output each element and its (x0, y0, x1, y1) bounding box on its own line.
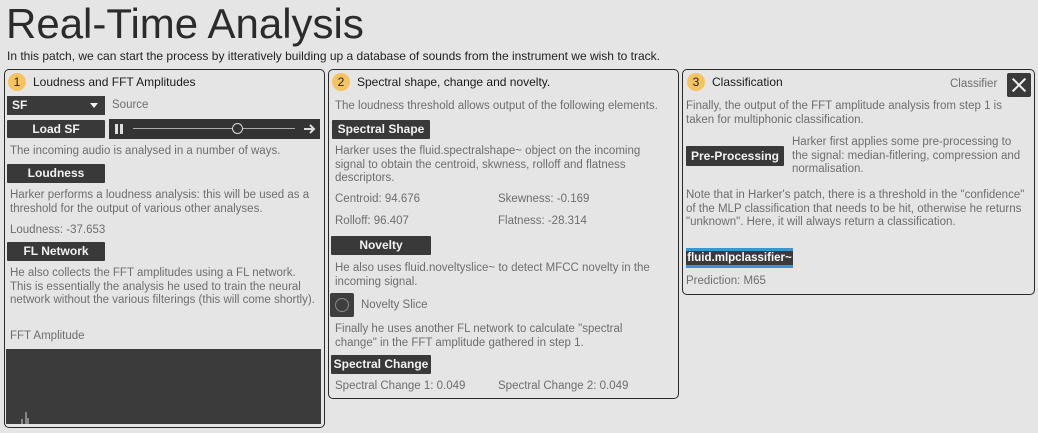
fft-amplitude-display (6, 349, 321, 424)
mlpclassifier-button[interactable]: fluid.mlpclassifier~ (686, 248, 793, 268)
panel-2-heading: Spectral shape, change and novelty. (357, 75, 551, 89)
novelty-slice-label: Novelty Slice (361, 299, 428, 311)
audio-player (109, 119, 320, 139)
classifier-label: Classifier (950, 78, 998, 90)
arrow-right-icon[interactable] (303, 122, 317, 136)
chevron-down-icon (90, 103, 98, 108)
fl-network-button[interactable]: FL Network (7, 242, 105, 261)
spectral-shape-description: Harker uses the fluid.spectralshape~ obj… (335, 145, 641, 184)
threshold-note: Note that in Harker's patch, there is a … (686, 189, 1025, 228)
fft-amplitude-plot (21, 412, 29, 424)
novelty-description: He also uses fluid.noveltyslice~ to dete… (335, 262, 650, 288)
loudness-button[interactable]: Loudness (7, 164, 105, 183)
spectral-change-2-readout: Spectral Change 2: 0.049 (498, 380, 629, 392)
panel-1-heading: Loudness and FFT Amplitudes (33, 75, 196, 89)
source-label: Source (112, 99, 149, 111)
centroid-readout: Centroid: 94.676 (335, 193, 421, 205)
spectral-shape-button[interactable]: Spectral Shape (332, 120, 430, 139)
novelty-button[interactable]: Novelty (331, 236, 431, 255)
close-icon[interactable] (1007, 73, 1031, 97)
fl-network-description: He also collects the FFT amplitudes usin… (10, 267, 315, 306)
spectral-change-button[interactable]: Spectral Change (331, 355, 431, 374)
pre-processing-button[interactable]: Pre-Processing (686, 146, 784, 166)
step-badge-3: 3 (687, 73, 705, 91)
spectral-change-description: Finally he uses another FL network to ca… (335, 323, 623, 349)
skewness-readout: Skewness: -0.169 (498, 193, 590, 205)
loudness-readout: Loudness: -37.653 (10, 224, 106, 236)
loudness-description: Harker performs a loudness analysis: thi… (10, 189, 310, 215)
page-subtitle: In this patch, we can start the process … (7, 49, 660, 63)
step-badge-1: 1 (8, 73, 26, 91)
novelty-slice-toggle[interactable] (330, 293, 354, 317)
prediction-readout: Prediction: M65 (686, 275, 766, 287)
spectral-change-1-readout: Spectral Change 1: 0.049 (335, 380, 466, 392)
playback-track[interactable] (133, 128, 295, 129)
panel-1-intro-text: The incoming audio is analysed in a numb… (10, 145, 281, 157)
page-title: Real-Time Analysis (6, 0, 364, 47)
source-dropdown-value: SF (12, 98, 28, 112)
flatness-readout: Flatness: -28.314 (498, 215, 587, 227)
panel-3-heading: Classification (712, 75, 783, 89)
fft-amplitude-label: FFT Amplitude (10, 330, 85, 342)
pause-icon[interactable] (115, 124, 124, 134)
load-sf-button[interactable]: Load SF (7, 120, 105, 138)
pre-processing-description: Harker first applies some pre-processing… (792, 136, 1021, 175)
panel-3-intro-text: Finally, the output of the FFT amplitude… (686, 100, 1002, 126)
rolloff-readout: Rolloff: 96.407 (335, 215, 409, 227)
playback-scrubber[interactable] (232, 123, 244, 134)
source-dropdown[interactable]: SF (7, 96, 105, 115)
panel-2-intro-text: The loudness threshold allows output of … (335, 100, 658, 112)
step-badge-2: 2 (332, 73, 350, 91)
